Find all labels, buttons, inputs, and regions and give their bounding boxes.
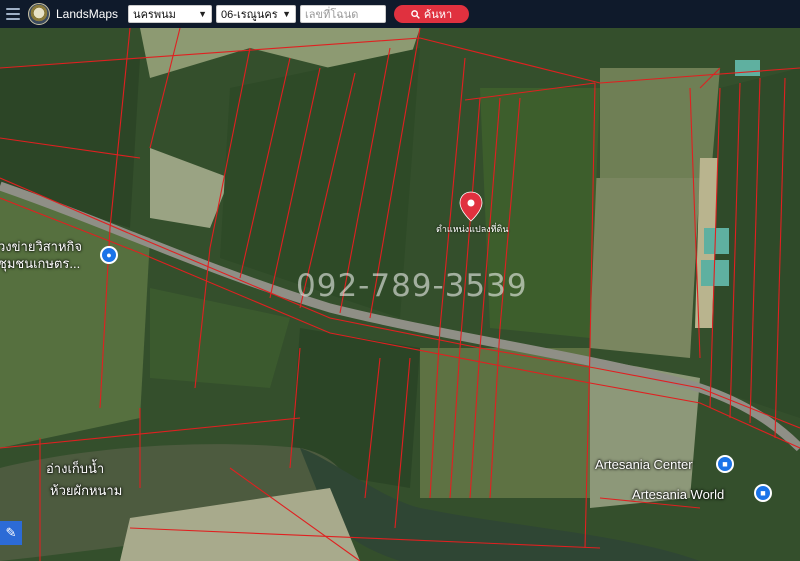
measure-tool-icon: ✎ bbox=[5, 525, 17, 540]
satellite-map[interactable]: 092-789-3539 ตำแหน่งแปลงที่ดิน วงข่ายวิส… bbox=[0, 28, 800, 561]
deed-number-input[interactable]: เลขที่โฉนด bbox=[300, 5, 387, 23]
poi-label-artesania-center: Artesania Center bbox=[595, 457, 693, 472]
pin-label: ตำแหน่งแปลงที่ดิน bbox=[436, 224, 509, 234]
logo-icon bbox=[28, 3, 50, 25]
search-button[interactable]: ค้นหา bbox=[394, 5, 470, 23]
brand-name: LandsMaps bbox=[56, 7, 119, 21]
poi-label-artesania-world: Artesania World bbox=[632, 487, 725, 502]
top-bar: LandsMaps นครพนม ▼ 06-เรณูนคร ▼ เลขที่โฉนด… bbox=[0, 0, 800, 28]
chevron-down-icon: ▼ bbox=[198, 9, 208, 19]
building-icon[interactable]: ■ bbox=[754, 484, 772, 502]
building-icon[interactable]: ■ bbox=[716, 455, 734, 473]
district-select[interactable]: 06-เรณูนคร ▼ bbox=[216, 5, 297, 23]
chevron-down-icon: ▼ bbox=[282, 9, 292, 19]
search-button-label: ค้นหา bbox=[423, 9, 453, 21]
measure-tool-button[interactable]: ✎ bbox=[0, 521, 22, 545]
lake-label-line1: อ่างเก็บน้ำ bbox=[46, 461, 105, 476]
menu-icon[interactable] bbox=[6, 8, 20, 20]
poi-label-community: วงข่ายวิสาหกิจชุมชนเกษตร... bbox=[0, 239, 83, 271]
phone-watermark: 092-789-3539 bbox=[296, 268, 528, 304]
search-icon bbox=[411, 9, 420, 19]
lake-label-line2: ห้วยผักหนาม bbox=[50, 483, 123, 498]
deed-number-placeholder: เลขที่โฉนด bbox=[305, 9, 359, 21]
district-select-value: 06-เรณูนคร bbox=[221, 9, 278, 21]
province-select-value: นครพนม bbox=[133, 9, 176, 21]
location-icon[interactable]: ● bbox=[100, 246, 118, 264]
province-select[interactable]: นครพนม ▼ bbox=[128, 5, 213, 23]
